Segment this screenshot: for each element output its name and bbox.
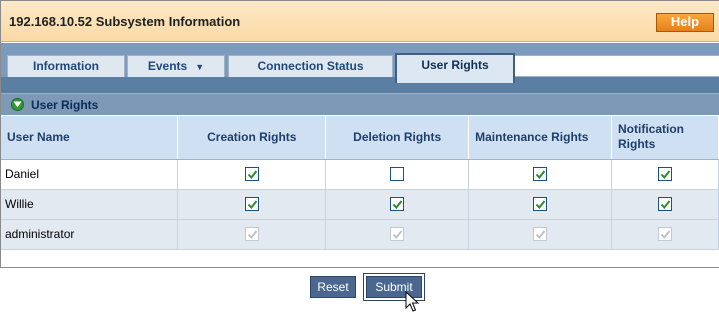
column-header-user-name: User Name [1,116,179,160]
checkmark-icon [247,200,258,210]
deletion-rights-cell [325,189,470,220]
deletion-rights-cell [325,159,470,190]
notification-rights-checkbox [658,227,672,242]
creation-rights-cell [177,159,327,190]
tab-information[interactable]: Information [7,55,125,77]
creation-rights-checkbox[interactable] [244,197,259,212]
deletion-rights-checkbox[interactable] [390,197,405,212]
checkmark-icon [535,170,546,180]
notification-rights-cell [611,189,719,220]
reset-button[interactable]: Reset [310,276,356,298]
table-row: Willie [1,189,719,220]
tabs-row: Information Events ▼ Connection Status Us… [1,43,719,83]
deletion-rights-checkbox[interactable] [390,167,405,182]
title-bar: 192.168.10.52 Subsystem Information Help [1,1,719,42]
checkmark-icon [660,170,671,180]
tab-connection-status-label: Connection Status [257,59,364,73]
tab-connection-status[interactable]: Connection Status [228,55,393,77]
user-name-cell: administrator [1,219,179,250]
maintenance-rights-cell [468,189,613,220]
maintenance-rights-checkbox[interactable] [533,167,548,182]
table-row: administrator [1,219,719,250]
dropdown-arrow-icon[interactable]: ▼ [195,62,204,72]
column-header-notification-rights: Notification Rights [611,116,719,160]
checkmark-icon [660,200,671,210]
notification-rights-cell [611,159,719,190]
checkmark-icon [660,230,671,240]
column-header-maintenance-rights: Maintenance Rights [468,116,613,160]
checkmark-icon [535,230,546,240]
tab-strip: Information Events ▼ Connection Status Us… [1,43,719,97]
table-row: Daniel [1,159,719,190]
deletion-rights-cell [325,219,470,250]
checkmark-icon [535,200,546,210]
notification-rights-cell [611,219,719,250]
creation-rights-checkbox [244,227,259,242]
table-header-row: User Name Creation Rights Deletion Right… [1,116,719,160]
maintenance-rights-cell [468,159,613,190]
help-button[interactable]: Help [656,13,714,32]
checkmark-icon [392,230,403,240]
tab-information-label: Information [33,59,99,73]
window-title: 192.168.10.52 Subsystem Information [9,14,241,29]
creation-rights-cell [177,219,327,250]
deletion-rights-checkbox [390,227,405,242]
column-header-deletion-rights: Deletion Rights [325,116,470,160]
subsystem-info-window: 192.168.10.52 Subsystem Information Help… [0,0,719,268]
maintenance-rights-cell [468,219,613,250]
checkmark-icon [247,170,258,180]
user-rights-table: User Name Creation Rights Deletion Right… [1,116,719,250]
tab-row-filler [514,55,719,77]
section-header[interactable]: User Rights [1,93,719,115]
tab-events[interactable]: Events ▼ [127,55,225,77]
user-name-cell: Daniel [1,159,179,190]
checkmark-icon [247,230,258,240]
collapse-down-icon[interactable] [11,98,24,111]
creation-rights-checkbox[interactable] [244,167,259,182]
maintenance-rights-checkbox [533,227,548,242]
column-header-creation-rights: Creation Rights [177,116,327,160]
mouse-pointer-icon [405,291,419,312]
tab-user-rights-label: User Rights [421,58,489,72]
notification-rights-checkbox[interactable] [658,197,672,212]
notification-rights-checkbox[interactable] [658,167,672,182]
checkmark-icon [392,200,403,210]
user-name-cell: Willie [1,189,179,220]
tab-events-label: Events [147,59,188,73]
section-title: User Rights [31,98,99,112]
tab-user-rights[interactable]: User Rights [395,53,515,83]
maintenance-rights-checkbox[interactable] [533,197,548,212]
creation-rights-cell [177,189,327,220]
